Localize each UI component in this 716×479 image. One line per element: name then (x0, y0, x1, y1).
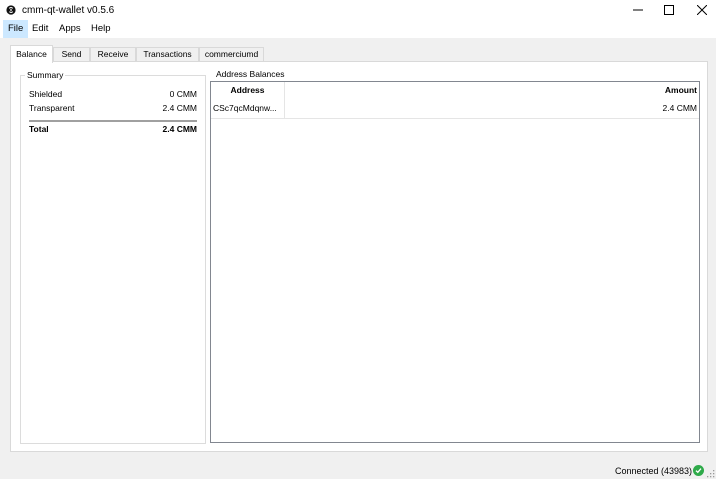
transparent-row: Transparent 2.4 CMM (29, 103, 197, 115)
maximize-icon (664, 5, 674, 15)
shielded-value: 0 CMM (169, 89, 197, 99)
total-label: Total (29, 124, 49, 134)
summary-title: Summary (25, 70, 66, 80)
commercium-logo-icon (6, 5, 16, 15)
shielded-label: Shielded (29, 89, 63, 99)
menu-bar: File Edit Apps Help (0, 20, 716, 38)
menu-apps[interactable]: Apps (54, 20, 86, 38)
total-row: Total 2.4 CMM (29, 124, 197, 136)
transparent-value: 2.4 CMM (162, 103, 197, 113)
connection-status: Connected (43983) (615, 466, 693, 476)
total-value: 2.4 CMM (162, 124, 197, 134)
transparent-label: Transparent (29, 103, 75, 113)
tab-send[interactable]: Send (53, 47, 90, 62)
close-button[interactable] (684, 0, 716, 20)
tab-transactions[interactable]: Transactions (136, 47, 199, 62)
column-header-address[interactable]: Address (211, 82, 285, 100)
amount-cell[interactable]: 2.4 CMM (285, 100, 699, 118)
tab-receive[interactable]: Receive (90, 47, 136, 62)
balance-panel: Summary Shielded 0 CMM Transparent 2.4 C… (10, 61, 708, 452)
menu-help[interactable]: Help (86, 20, 116, 38)
table-row[interactable]: CSc7qcMdqnw... 2.4 CMM (211, 100, 699, 119)
minimize-icon (633, 9, 643, 11)
address-cell[interactable]: CSc7qcMdqnw... (211, 100, 285, 118)
title-bar: cmm-qt-wallet v0.5.6 (0, 0, 716, 20)
menu-edit[interactable]: Edit (27, 20, 53, 38)
summary-divider (29, 120, 197, 122)
address-balances-group: Address Balances Address Amount CSc7qcMd… (210, 69, 701, 444)
close-icon (697, 5, 707, 15)
shielded-row: Shielded 0 CMM (29, 89, 197, 101)
address-balances-title: Address Balances (214, 69, 287, 79)
tab-commerciumd[interactable]: commerciumd (199, 47, 264, 62)
tab-balance[interactable]: Balance (10, 45, 53, 63)
size-grip-icon[interactable] (707, 470, 715, 478)
summary-group: Summary Shielded 0 CMM Transparent 2.4 C… (20, 70, 206, 444)
maximize-button[interactable] (651, 0, 687, 20)
address-balances-table[interactable]: Address Amount CSc7qcMdqnw... 2.4 CMM (210, 81, 700, 443)
menu-file[interactable]: File (3, 20, 29, 38)
checkmark-circle-icon (693, 465, 704, 476)
column-header-amount[interactable]: Amount (285, 82, 699, 100)
window-title: cmm-qt-wallet v0.5.6 (22, 5, 115, 16)
